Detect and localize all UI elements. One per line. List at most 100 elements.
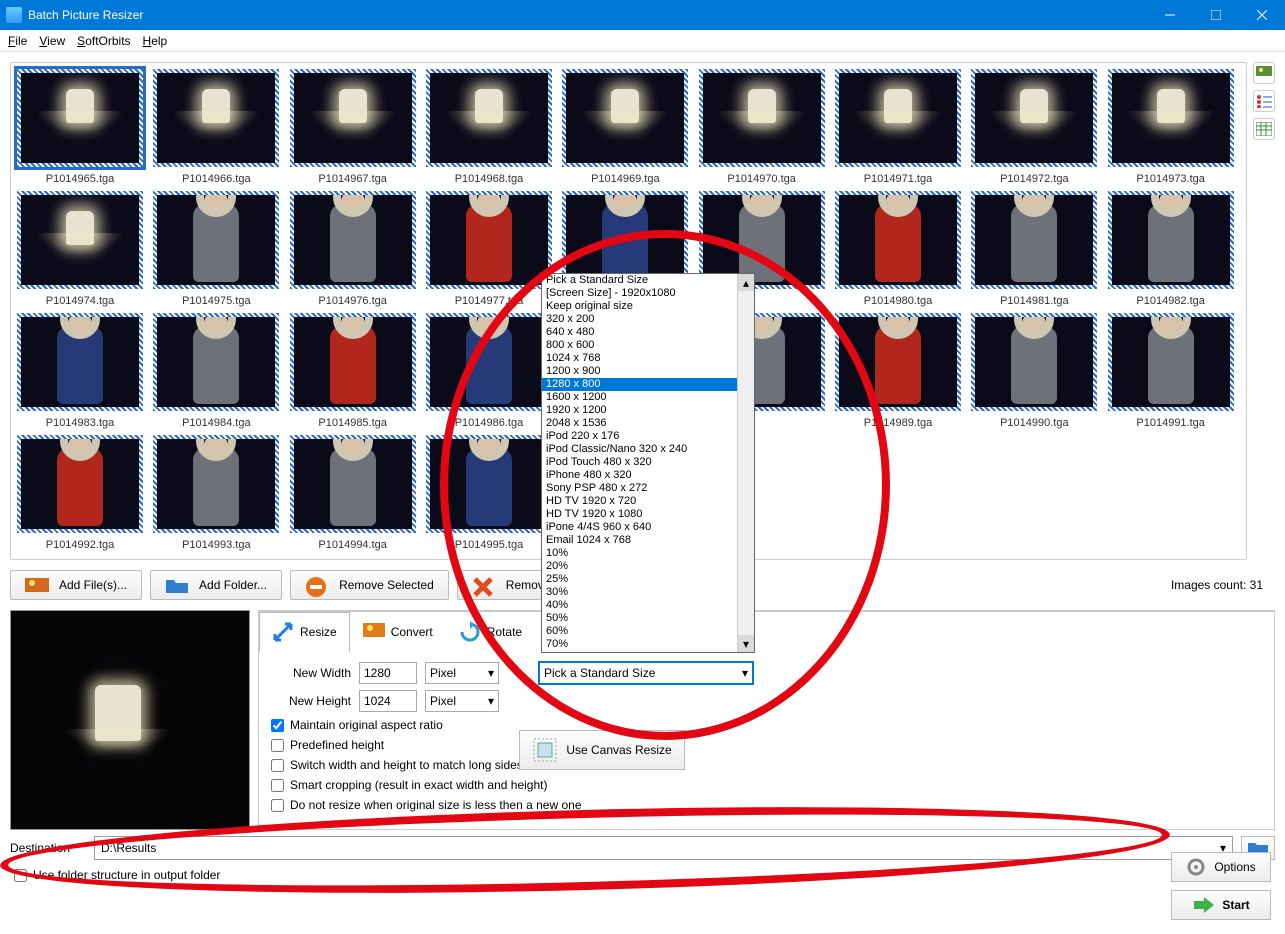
thumbnail-item[interactable]: P1014983.tga [17,313,143,431]
close-button[interactable] [1239,0,1285,30]
switch-sides-checkbox[interactable] [271,759,284,772]
use-folder-structure-checkbox[interactable] [14,869,27,882]
thumbnail-item[interactable]: P1014976.tga [290,191,416,309]
size-option[interactable]: 20% [542,560,754,573]
height-unit-dropdown[interactable]: Pixel▾ [425,690,499,712]
size-option[interactable]: Email 1024 x 768 [542,534,754,547]
size-option[interactable]: 80% [542,651,754,653]
thumbnail-item[interactable]: P1014966.tga [153,69,279,187]
size-option[interactable]: HD TV 1920 x 720 [542,495,754,508]
thumbnail-item[interactable]: P1014986.tga [426,313,552,431]
thumbnail-item[interactable]: P1014969.tga [562,69,688,187]
size-option[interactable]: 50% [542,612,754,625]
new-width-input[interactable] [359,662,417,684]
destination-input[interactable]: D:\Results▾ [94,836,1233,860]
canvas-resize-button[interactable]: Use Canvas Resize [519,730,685,770]
options-button[interactable]: Options [1171,852,1271,882]
scrollbar[interactable]: ▴ ▾ [737,274,754,652]
size-option[interactable]: 800 x 600 [542,339,754,352]
menu-softorbits[interactable]: SoftOrbits [73,32,134,50]
size-option[interactable]: 30% [542,586,754,599]
thumbnail-filename: P1014971.tga [864,173,933,187]
thumbnail-item[interactable]: P1014970.tga [699,69,825,187]
minimize-button[interactable] [1147,0,1193,30]
size-option[interactable]: 640 x 480 [542,326,754,339]
size-option[interactable]: 60% [542,625,754,638]
thumbnail-item[interactable]: P1014991.tga [1108,313,1234,431]
thumbnail-item[interactable]: P1014993.tga [153,435,279,553]
maximize-button[interactable] [1193,0,1239,30]
size-option[interactable]: 1024 x 768 [542,352,754,365]
size-option[interactable]: 25% [542,573,754,586]
size-option[interactable]: iPod Touch 480 x 320 [542,456,754,469]
thumbnail-item[interactable]: P1014985.tga [290,313,416,431]
size-option[interactable]: 70% [542,638,754,651]
thumbnail-item[interactable]: P1014984.tga [153,313,279,431]
scroll-up-icon[interactable]: ▴ [738,274,754,291]
menu-file[interactable]: File [4,32,31,50]
size-option[interactable]: Pick a Standard Size [542,274,754,287]
thumbnail-item[interactable]: P1014989.tga [835,313,961,431]
menu-view[interactable]: View [35,32,69,50]
size-option[interactable]: 1600 x 1200 [542,391,754,404]
predefined-height-checkbox[interactable] [271,739,284,752]
thumbnail-item[interactable]: P1014981.tga [971,191,1097,309]
thumbnail-item[interactable]: P1014990.tga [971,313,1097,431]
size-option[interactable]: 40% [542,599,754,612]
size-option[interactable]: [Screen Size] - 1920x1080 [542,287,754,300]
thumbnail-filename: P1014995.tga [455,539,524,553]
thumbnail-item[interactable]: P1014968.tga [426,69,552,187]
new-width-label: New Width [271,666,351,680]
size-option[interactable]: Keep original size [542,300,754,313]
add-files-button[interactable]: Add File(s)... [10,570,142,600]
add-files-label: Add File(s)... [59,578,127,592]
size-option[interactable]: Sony PSP 480 x 272 [542,482,754,495]
size-option[interactable]: iPod Classic/Nano 320 x 240 [542,443,754,456]
size-option[interactable]: HD TV 1920 x 1080 [542,508,754,521]
remove-selected-button[interactable]: Remove Selected [290,570,449,600]
size-option[interactable]: 320 x 200 [542,313,754,326]
size-option[interactable]: iPhone 480 x 320 [542,469,754,482]
thumbnail-filename: P1014984.tga [182,417,251,431]
thumbnail-item[interactable]: P1014994.tga [290,435,416,553]
smart-crop-checkbox[interactable] [271,779,284,792]
width-unit-dropdown[interactable]: Pixel▾ [425,662,499,684]
thumbnail-item[interactable]: P1014973.tga [1108,69,1234,187]
thumbnail-item[interactable]: P1014995.tga [426,435,552,553]
size-option[interactable]: 1280 x 800 [542,378,754,391]
no-upscale-checkbox[interactable] [271,799,284,812]
thumbnails-view-icon[interactable] [1253,62,1275,84]
thumbnail-item[interactable]: P1014977.tga [426,191,552,309]
size-option[interactable]: 10% [542,547,754,560]
size-option[interactable]: 1200 x 900 [542,365,754,378]
list-view-icon[interactable] [1253,90,1275,112]
thumbnail-item[interactable]: P1014975.tga [153,191,279,309]
destination-row: Destination D:\Results▾ [0,836,1285,860]
menu-help[interactable]: Help [139,32,172,50]
thumbnail-item[interactable]: P1014971.tga [835,69,961,187]
size-option[interactable]: 2048 x 1536 [542,417,754,430]
new-height-input[interactable] [359,690,417,712]
tab-resize[interactable]: Resize [259,612,350,652]
thumbnail-item[interactable]: P1014965.tga [17,69,143,187]
size-option[interactable]: 1920 x 1200 [542,404,754,417]
size-option[interactable]: iPone 4/4S 960 x 640 [542,521,754,534]
add-folder-button[interactable]: Add Folder... [150,570,282,600]
standard-size-dropdown[interactable]: Pick a Standard Size▾ [539,662,753,684]
details-view-icon[interactable] [1253,118,1275,140]
thumbnail-item[interactable]: P1014967.tga [290,69,416,187]
start-button[interactable]: Start [1171,890,1271,920]
size-option[interactable]: iPod 220 x 176 [542,430,754,443]
thumbnail-item[interactable]: P1014980.tga [835,191,961,309]
thumbnail-item[interactable]: P1014974.tga [17,191,143,309]
maintain-ratio-checkbox[interactable] [271,719,284,732]
standard-size-list[interactable]: ▴ ▾ Pick a Standard Size[Screen Size] - … [541,273,755,653]
destination-label: Destination [10,841,86,855]
thumbnail-filename: P1014965.tga [46,173,115,187]
tab-rotate[interactable]: Rotate [446,612,535,652]
tab-convert[interactable]: Convert [350,612,446,652]
thumbnail-item[interactable]: P1014992.tga [17,435,143,553]
thumbnail-item[interactable]: P1014972.tga [971,69,1097,187]
scroll-down-icon[interactable]: ▾ [738,635,754,652]
thumbnail-item[interactable]: P1014982.tga [1108,191,1234,309]
